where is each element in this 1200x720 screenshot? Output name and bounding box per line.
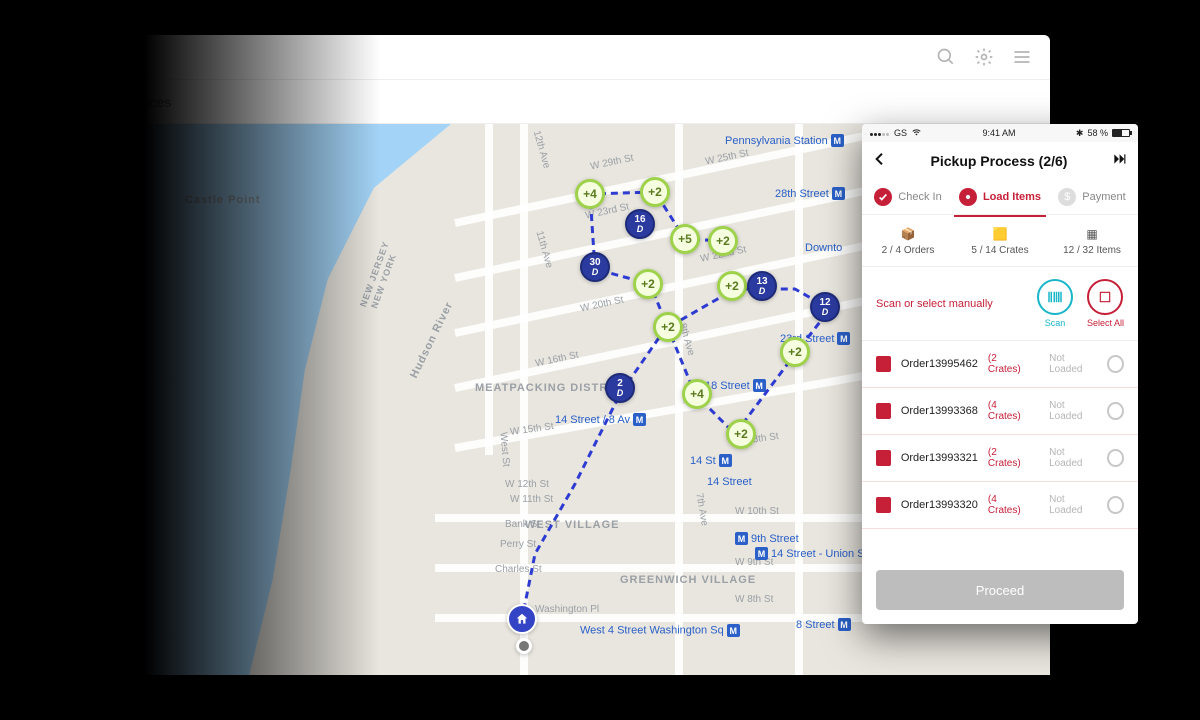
order-select-radio[interactable]	[1107, 402, 1124, 420]
load-counters: 📦 2 / 4 Orders 🟨 5 / 14 Crates ▦ 12 / 32…	[862, 217, 1138, 267]
skip-forward-icon[interactable]	[1110, 152, 1128, 171]
order-box-icon	[876, 497, 891, 513]
delivery-stop-marker[interactable]: 13D	[747, 271, 777, 301]
order-row[interactable]: Order13993321 (2 Crates) Not Loaded	[862, 435, 1138, 482]
carrier-label: GS	[894, 128, 907, 138]
stop-cluster-marker[interactable]: +2	[726, 419, 756, 449]
orders-counter: 📦 2 / 4 Orders	[862, 217, 954, 266]
wifi-icon	[911, 128, 922, 139]
order-id: Order13993320	[901, 499, 978, 511]
order-select-radio[interactable]	[1107, 449, 1124, 467]
order-status: Not Loaded	[1049, 353, 1097, 375]
delivery-stop-marker[interactable]: 30D	[580, 252, 610, 282]
step-label: Payment	[1082, 191, 1125, 203]
stop-cluster-marker[interactable]: +5	[670, 224, 700, 254]
order-row[interactable]: Order13993368 (4 Crates) Not Loaded	[862, 388, 1138, 435]
counter-label: 2 / 4 Orders	[882, 245, 935, 256]
order-crates: (4 Crates)	[988, 400, 1029, 422]
phone-navbar: Pickup Process (2/6)	[862, 142, 1138, 180]
start-pin-marker[interactable]	[516, 638, 532, 654]
counter-label: 5 / 14 Crates	[971, 245, 1028, 256]
phone-title: Pickup Process (2/6)	[931, 153, 1068, 169]
items-counter: ▦ 12 / 32 Items	[1046, 217, 1138, 266]
delivery-stop-marker[interactable]: 12D	[810, 292, 840, 322]
step-label: Check In	[898, 191, 941, 203]
battery-icon	[1112, 129, 1130, 137]
back-icon[interactable]	[872, 151, 888, 172]
order-crates: (2 Crates)	[988, 353, 1029, 375]
step-load-items[interactable]: Load Items	[954, 180, 1046, 214]
scan-button[interactable]	[1037, 279, 1073, 315]
crates-counter: 🟨 5 / 14 Crates	[954, 217, 1046, 266]
step-label: Load Items	[983, 191, 1041, 203]
order-status: Not Loaded	[1049, 400, 1097, 422]
order-box-icon	[876, 450, 891, 466]
crate-icon: 🟨	[954, 227, 1046, 241]
search-icon[interactable]	[936, 47, 956, 67]
stop-cluster-marker[interactable]: +2	[780, 337, 810, 367]
order-select-radio[interactable]	[1107, 355, 1124, 373]
counter-label: 12 / 32 Items	[1063, 245, 1121, 256]
box-icon: 📦	[862, 227, 954, 241]
stop-cluster-marker[interactable]: +4	[575, 179, 605, 209]
order-box-icon	[876, 403, 891, 419]
order-box-icon	[876, 356, 891, 372]
hamburger-icon[interactable]	[1012, 47, 1032, 67]
order-crates: (2 Crates)	[988, 447, 1029, 469]
stop-cluster-marker[interactable]: +2	[708, 226, 738, 256]
step-payment[interactable]: $ Payment	[1046, 180, 1138, 214]
order-status: Not Loaded	[1049, 494, 1097, 516]
depot-home-marker[interactable]	[507, 604, 537, 634]
stop-cluster-marker[interactable]: +2	[653, 312, 683, 342]
ios-statusbar: GS 9:41 AM ✱ 58 %	[862, 124, 1138, 142]
stop-cluster-marker[interactable]: +4	[682, 379, 712, 409]
select-all-label: Select All	[1087, 318, 1124, 328]
scan-hint: Scan or select manually	[876, 298, 993, 310]
signal-icon	[870, 128, 890, 138]
window-toolbar	[35, 35, 1050, 80]
order-row[interactable]: Order13993320 (4 Crates) Not Loaded	[862, 482, 1138, 529]
clock-label: 9:41 AM	[982, 128, 1015, 138]
stop-cluster-marker[interactable]: +2	[717, 271, 747, 301]
order-status: Not Loaded	[1049, 447, 1097, 469]
battery-label: 58 %	[1087, 128, 1108, 138]
order-crates: (4 Crates)	[988, 494, 1029, 516]
check-icon	[874, 188, 892, 206]
grid-icon: ▦	[1046, 227, 1138, 241]
order-select-radio[interactable]	[1107, 496, 1124, 514]
delivery-stop-marker[interactable]: 2D	[605, 373, 635, 403]
load-icon	[959, 188, 977, 206]
search-places-input[interactable]	[81, 94, 701, 110]
search-places-icon	[53, 92, 73, 112]
step-checkin[interactable]: Check In	[862, 180, 954, 214]
order-id: Order13993321	[901, 452, 978, 464]
bluetooth-icon: ✱	[1076, 128, 1084, 139]
proceed-label: Proceed	[976, 583, 1024, 598]
delivery-stop-marker[interactable]: 16D	[625, 209, 655, 239]
stop-cluster-marker[interactable]: +2	[640, 177, 670, 207]
order-row[interactable]: Order13995462 (2 Crates) Not Loaded	[862, 341, 1138, 388]
scan-row: Scan or select manually Scan Select All	[862, 267, 1138, 341]
orders-list[interactable]: Order13995462(2 Crates)Not LoadedOrder13…	[862, 341, 1138, 560]
step-tabs: Check In Load Items $ Payment	[862, 180, 1138, 215]
select-all-button[interactable]	[1087, 279, 1123, 315]
driver-app-phone: GS 9:41 AM ✱ 58 % Pickup Process (2/6) C…	[862, 124, 1138, 624]
dollar-icon: $	[1058, 188, 1076, 206]
order-id: Order13995462	[901, 358, 978, 370]
proceed-button[interactable]: Proceed	[876, 570, 1124, 610]
scan-label: Scan	[1037, 318, 1073, 328]
order-id: Order13993368	[901, 405, 978, 417]
stop-cluster-marker[interactable]: +2	[633, 269, 663, 299]
gear-icon[interactable]	[974, 47, 994, 67]
search-bar	[35, 80, 1050, 124]
